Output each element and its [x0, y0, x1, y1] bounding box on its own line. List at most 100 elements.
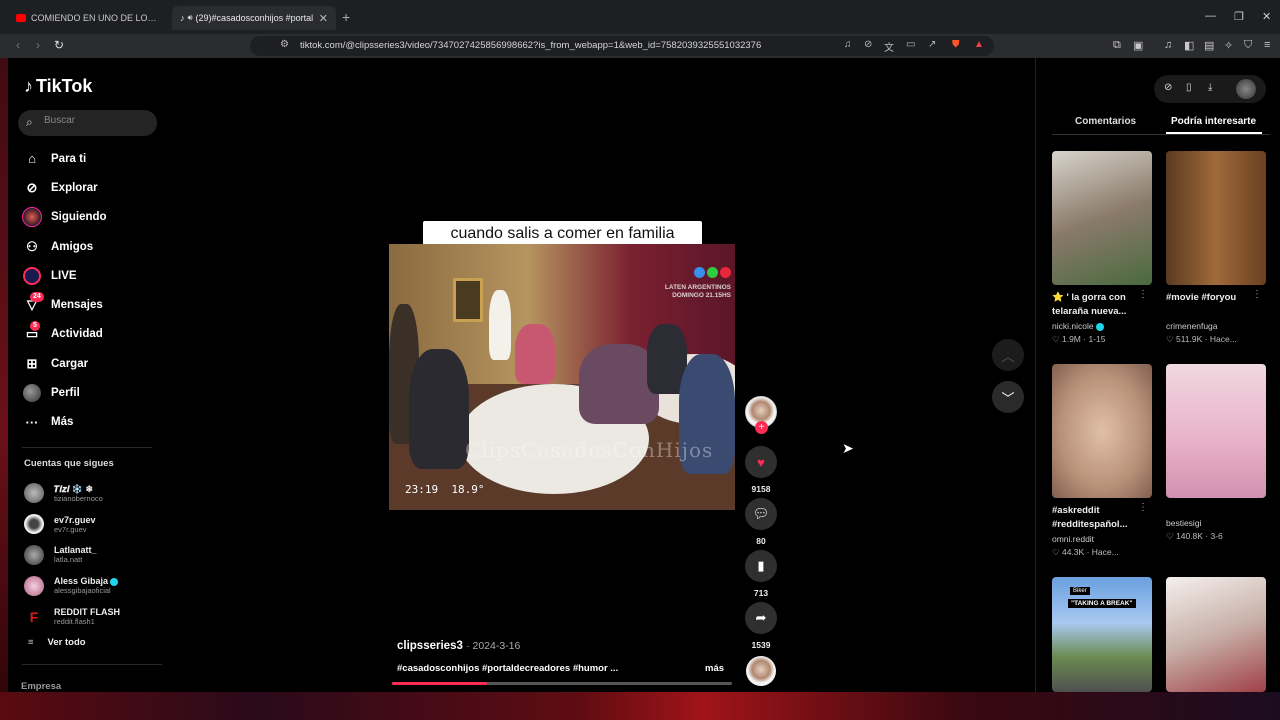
translate-icon[interactable]: 文	[884, 39, 894, 54]
new-tab-button[interactable]: +	[342, 9, 350, 25]
wallet-icon[interactable]: ▣	[1133, 39, 1143, 52]
heart-icon[interactable]: ♥	[745, 446, 777, 478]
rewards-icon[interactable]: ▲	[974, 39, 984, 50]
share-arrow-icon[interactable]: ➦	[745, 602, 777, 634]
empresa-link[interactable]: Empresa	[21, 681, 61, 692]
suggested-video-card[interactable]	[1166, 577, 1266, 692]
share-action[interactable]: ➦ 1539	[745, 602, 777, 650]
see-all-button[interactable]: ≡ Ver todo	[28, 637, 86, 648]
video-progress-bar[interactable]	[392, 682, 732, 685]
comment-icon[interactable]: 💬︎	[745, 498, 777, 530]
following-item[interactable]: Latlanatt_ latla.natt	[24, 540, 120, 571]
next-video-button[interactable]: ﹀	[992, 381, 1024, 413]
save-action[interactable]: ▮ 713	[745, 550, 777, 598]
music-icon[interactable]: ♫	[1164, 39, 1172, 51]
comment-action[interactable]: 💬︎ 80	[745, 498, 777, 546]
browser-tab-youtube[interactable]: COMIENDO EN UNO DE LOS MEJORES	[8, 6, 168, 30]
media-icon[interactable]: ♫	[844, 39, 852, 50]
video-thumbnail[interactable]	[1166, 364, 1266, 498]
nav-amigos[interactable]: ⚇ Amigos	[22, 232, 107, 261]
video-thumbnail[interactable]	[1052, 151, 1152, 285]
nav-actividad[interactable]: ▭ 5 Actividad	[22, 320, 107, 349]
share-icon[interactable]: ↗	[928, 39, 936, 50]
minimize-button[interactable]: —	[1205, 10, 1216, 22]
suggested-video-card[interactable]: Biker "TAKING A BREAK"	[1052, 577, 1152, 692]
search-box[interactable]: ⌕	[18, 110, 157, 136]
card-author[interactable]: nicki.nicole	[1052, 321, 1094, 331]
close-tab-icon[interactable]: ✕	[319, 12, 328, 25]
main-nav: ⌂ Para ti ⊘ Explorar Siguiendo ⚇ Amigos …	[22, 144, 107, 437]
following-item[interactable]: ev7r.guev ev7r.guev	[24, 509, 120, 540]
forward-button[interactable]: ›	[36, 38, 40, 52]
brave-shield-icon[interactable]: ⛊	[952, 39, 960, 50]
video-description[interactable]: #casadosconhijos #portaldecreadores #hum…	[397, 663, 618, 674]
card-stats: ♡ 140.8K · 3-6	[1166, 531, 1223, 541]
more-options-icon[interactable]: ⋮	[1138, 289, 1148, 300]
upload-icon: ⊞	[26, 355, 38, 371]
browser-tab-tiktok[interactable]: ♪ 🔊︎ (29)#casadosconhijos #portal ✕	[172, 6, 336, 30]
video-thumbnail[interactable]: Biker "TAKING A BREAK"	[1052, 577, 1152, 692]
menu-icon[interactable]: ≡	[1264, 39, 1270, 51]
explore-icon[interactable]: ⊘	[1164, 82, 1172, 93]
video-thumbnail[interactable]	[1166, 577, 1266, 692]
tab-podria-interesarte[interactable]: Podría interesarte	[1171, 116, 1256, 127]
nav-cargar[interactable]: ⊞ Cargar	[22, 349, 107, 378]
suggested-video-card[interactable]: bestiesigi ♡ 140.8K · 3-6	[1166, 364, 1266, 542]
nav-explorar[interactable]: ⊘ Explorar	[22, 173, 107, 202]
nav-label: Siguiendo	[51, 211, 107, 224]
previous-video-button[interactable]: ︿	[992, 339, 1024, 371]
author-name[interactable]: clipsseries3	[397, 640, 463, 652]
nav-label: Para ti	[51, 152, 87, 165]
maximize-button[interactable]: ❐	[1234, 10, 1244, 23]
sound-avatar[interactable]	[746, 656, 776, 686]
like-action[interactable]: ♥ 9158	[745, 446, 777, 494]
verified-icon	[1095, 322, 1104, 331]
suggested-video-card[interactable]: ⭐ ' la gorra con telaraña nueva... nicki…	[1052, 151, 1152, 345]
video-player[interactable]: LATEN ARGENTINOS DOMINGO 21.15HS ClipsCa…	[389, 244, 735, 510]
card-author[interactable]: bestiesigi	[1166, 518, 1266, 528]
follow-plus-button[interactable]: +	[755, 421, 768, 434]
video-thumbnail[interactable]	[1052, 364, 1152, 498]
video-thumbnail[interactable]	[1166, 151, 1266, 285]
search-input[interactable]	[44, 115, 152, 126]
user-avatar[interactable]	[1236, 79, 1256, 99]
video-author[interactable]: clipsseries3 · 2024-3-16	[397, 640, 520, 652]
address-bar[interactable]: ⚙ tiktok.com/@clipsseries3/video/7347027…	[250, 36, 994, 56]
nav-perfil[interactable]: Perfil	[22, 378, 107, 407]
tiktok-logo[interactable]: ♪ TikTok	[24, 76, 92, 97]
nav-mensajes[interactable]: ▽ 24 Mensajes	[22, 290, 107, 319]
ai-icon[interactable]: ✧	[1224, 39, 1233, 52]
more-button[interactable]: más	[705, 663, 724, 674]
card-author[interactable]: crimenenfuga	[1166, 321, 1266, 331]
nav-mas[interactable]: ··· Más	[22, 408, 107, 437]
following-item[interactable]: 𝑻𝒊𝒛𝒊 ❄️ ❄ tizianobernoco	[24, 478, 120, 509]
suggested-video-card[interactable]: #askreddit #redditespañol... omni.reddit…	[1052, 364, 1152, 558]
following-item[interactable]: F REDDIT FLASH reddit.flash1	[24, 601, 120, 632]
reload-button[interactable]: ↻	[54, 38, 64, 52]
sidebar-icon[interactable]: ◧	[1184, 39, 1194, 52]
url-text[interactable]: tiktok.com/@clipsseries3/video/734702742…	[300, 40, 761, 51]
browser-tab-bar: COMIENDO EN UNO DE LOS MEJORES ♪ 🔊︎ (29)…	[0, 0, 1280, 34]
tab-comentarios[interactable]: Comentarios	[1075, 116, 1136, 127]
download-icon[interactable]: ⤓	[1208, 82, 1212, 93]
cast-icon[interactable]: ▭	[906, 39, 915, 50]
more-options-icon[interactable]: ⋮	[1252, 289, 1262, 300]
more-options-icon[interactable]: ⋮	[1138, 502, 1148, 513]
no-tracking-icon[interactable]: ⊘	[864, 39, 872, 50]
suggested-video-card[interactable]: #movie #foryou crimenenfuga ♡ 511.9K · H…	[1166, 151, 1266, 345]
bookmark-icon[interactable]: ▮	[745, 550, 777, 582]
phone-icon[interactable]: ▯	[1186, 82, 1192, 93]
card-stats: ♡ 1.9M · 1-15	[1052, 334, 1106, 344]
nav-siguiendo[interactable]: Siguiendo	[22, 203, 107, 232]
nav-live[interactable]: LIVE	[22, 261, 107, 290]
wallet2-icon[interactable]: ▤	[1204, 39, 1214, 52]
nav-para-ti[interactable]: ⌂ Para ti	[22, 144, 107, 173]
site-info-icon[interactable]: ⚙	[280, 39, 289, 50]
back-button[interactable]: ‹	[16, 38, 20, 52]
vpn-icon[interactable]: ⛉	[1244, 39, 1252, 52]
card-author[interactable]: omni.reddit	[1052, 534, 1152, 544]
close-window-button[interactable]: ✕	[1262, 10, 1271, 23]
extensions-icon[interactable]: ⧉	[1113, 39, 1121, 52]
following-item[interactable]: Aless Gibaja alessgibajaoficial	[24, 570, 120, 601]
share-count: 1539	[751, 640, 771, 650]
